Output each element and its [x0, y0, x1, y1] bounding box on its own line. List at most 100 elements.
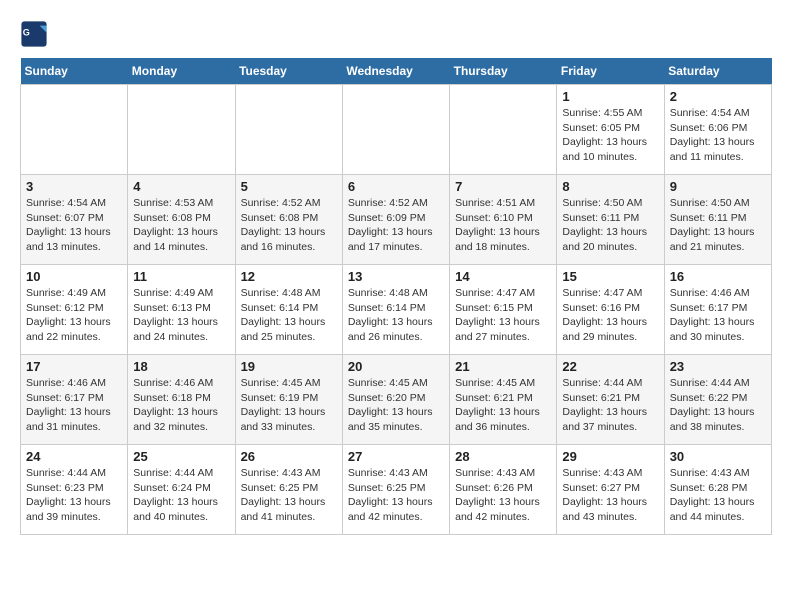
day-info: Sunrise: 4:47 AM Sunset: 6:16 PM Dayligh…	[562, 286, 658, 345]
calendar-cell: 2 Sunrise: 4:54 AM Sunset: 6:06 PM Daylig…	[664, 85, 771, 175]
calendar-cell: 3 Sunrise: 4:54 AM Sunset: 6:07 PM Daylig…	[21, 175, 128, 265]
day-info: Sunrise: 4:43 AM Sunset: 6:27 PM Dayligh…	[562, 466, 658, 525]
weekday-header-tuesday: Tuesday	[235, 58, 342, 85]
calendar-table: SundayMondayTuesdayWednesdayThursdayFrid…	[20, 58, 772, 535]
day-number: 25	[133, 449, 229, 464]
calendar-cell	[21, 85, 128, 175]
day-number: 26	[241, 449, 337, 464]
calendar-cell	[450, 85, 557, 175]
calendar-cell: 26 Sunrise: 4:43 AM Sunset: 6:25 PM Dayli…	[235, 445, 342, 535]
day-info: Sunrise: 4:52 AM Sunset: 6:09 PM Dayligh…	[348, 196, 444, 255]
day-info: Sunrise: 4:43 AM Sunset: 6:25 PM Dayligh…	[348, 466, 444, 525]
day-number: 14	[455, 269, 551, 284]
calendar-week-5: 24 Sunrise: 4:44 AM Sunset: 6:23 PM Dayli…	[21, 445, 772, 535]
calendar-cell: 24 Sunrise: 4:44 AM Sunset: 6:23 PM Dayli…	[21, 445, 128, 535]
calendar-cell: 7 Sunrise: 4:51 AM Sunset: 6:10 PM Daylig…	[450, 175, 557, 265]
calendar-cell: 15 Sunrise: 4:47 AM Sunset: 6:16 PM Dayli…	[557, 265, 664, 355]
day-number: 19	[241, 359, 337, 374]
day-number: 10	[26, 269, 122, 284]
day-info: Sunrise: 4:44 AM Sunset: 6:23 PM Dayligh…	[26, 466, 122, 525]
calendar-cell: 30 Sunrise: 4:43 AM Sunset: 6:28 PM Dayli…	[664, 445, 771, 535]
day-number: 30	[670, 449, 766, 464]
day-number: 3	[26, 179, 122, 194]
calendar-cell: 20Sunrise: 4:45 AM Sunset: 6:20 PM Dayli…	[342, 355, 449, 445]
calendar-cell: 28 Sunrise: 4:43 AM Sunset: 6:26 PM Dayli…	[450, 445, 557, 535]
calendar-cell: 17Sunrise: 4:46 AM Sunset: 6:17 PM Dayli…	[21, 355, 128, 445]
calendar-cell	[128, 85, 235, 175]
day-info: Sunrise: 4:44 AM Sunset: 6:22 PM Dayligh…	[670, 376, 766, 435]
day-number: 1	[562, 89, 658, 104]
weekday-header-thursday: Thursday	[450, 58, 557, 85]
calendar-cell: 6 Sunrise: 4:52 AM Sunset: 6:09 PM Daylig…	[342, 175, 449, 265]
calendar-cell	[342, 85, 449, 175]
weekday-header-monday: Monday	[128, 58, 235, 85]
calendar-cell: 19Sunrise: 4:45 AM Sunset: 6:19 PM Dayli…	[235, 355, 342, 445]
day-info: Sunrise: 4:44 AM Sunset: 6:24 PM Dayligh…	[133, 466, 229, 525]
day-info: Sunrise: 4:50 AM Sunset: 6:11 PM Dayligh…	[670, 196, 766, 255]
day-number: 12	[241, 269, 337, 284]
day-info: Sunrise: 4:45 AM Sunset: 6:21 PM Dayligh…	[455, 376, 551, 435]
calendar-cell: 18Sunrise: 4:46 AM Sunset: 6:18 PM Dayli…	[128, 355, 235, 445]
svg-text:G: G	[23, 27, 30, 37]
day-info: Sunrise: 4:45 AM Sunset: 6:20 PM Dayligh…	[348, 376, 444, 435]
day-number: 17	[26, 359, 122, 374]
day-info: Sunrise: 4:46 AM Sunset: 6:17 PM Dayligh…	[670, 286, 766, 345]
day-number: 28	[455, 449, 551, 464]
calendar-cell: 25 Sunrise: 4:44 AM Sunset: 6:24 PM Dayli…	[128, 445, 235, 535]
day-number: 8	[562, 179, 658, 194]
day-number: 2	[670, 89, 766, 104]
day-info: Sunrise: 4:50 AM Sunset: 6:11 PM Dayligh…	[562, 196, 658, 255]
calendar-week-3: 10 Sunrise: 4:49 AM Sunset: 6:12 PM Dayli…	[21, 265, 772, 355]
calendar-cell: 1 Sunrise: 4:55 AM Sunset: 6:05 PM Daylig…	[557, 85, 664, 175]
calendar-week-2: 3 Sunrise: 4:54 AM Sunset: 6:07 PM Daylig…	[21, 175, 772, 265]
day-info: Sunrise: 4:55 AM Sunset: 6:05 PM Dayligh…	[562, 106, 658, 165]
calendar-cell: 21 Sunrise: 4:45 AM Sunset: 6:21 PM Dayli…	[450, 355, 557, 445]
calendar-cell: 14 Sunrise: 4:47 AM Sunset: 6:15 PM Dayli…	[450, 265, 557, 355]
day-number: 15	[562, 269, 658, 284]
day-number: 16	[670, 269, 766, 284]
weekday-header-saturday: Saturday	[664, 58, 771, 85]
day-number: 23	[670, 359, 766, 374]
day-info: Sunrise: 4:49 AM Sunset: 6:12 PM Dayligh…	[26, 286, 122, 345]
weekday-header-wednesday: Wednesday	[342, 58, 449, 85]
day-number: 29	[562, 449, 658, 464]
day-info: Sunrise: 4:43 AM Sunset: 6:25 PM Dayligh…	[241, 466, 337, 525]
day-info: Sunrise: 4:54 AM Sunset: 6:06 PM Dayligh…	[670, 106, 766, 165]
calendar-body: 1 Sunrise: 4:55 AM Sunset: 6:05 PM Daylig…	[21, 85, 772, 535]
day-info: Sunrise: 4:44 AM Sunset: 6:21 PM Dayligh…	[562, 376, 658, 435]
day-info: Sunrise: 4:48 AM Sunset: 6:14 PM Dayligh…	[241, 286, 337, 345]
calendar-cell: 29 Sunrise: 4:43 AM Sunset: 6:27 PM Dayli…	[557, 445, 664, 535]
calendar-cell: 9Sunrise: 4:50 AM Sunset: 6:11 PM Daylig…	[664, 175, 771, 265]
day-info: Sunrise: 4:43 AM Sunset: 6:26 PM Dayligh…	[455, 466, 551, 525]
day-number: 5	[241, 179, 337, 194]
day-number: 11	[133, 269, 229, 284]
logo: G	[20, 20, 52, 48]
day-number: 21	[455, 359, 551, 374]
calendar-cell: 23 Sunrise: 4:44 AM Sunset: 6:22 PM Dayli…	[664, 355, 771, 445]
day-number: 24	[26, 449, 122, 464]
calendar-header: SundayMondayTuesdayWednesdayThursdayFrid…	[21, 58, 772, 85]
calendar-cell: 10 Sunrise: 4:49 AM Sunset: 6:12 PM Dayli…	[21, 265, 128, 355]
day-info: Sunrise: 4:51 AM Sunset: 6:10 PM Dayligh…	[455, 196, 551, 255]
day-info: Sunrise: 4:52 AM Sunset: 6:08 PM Dayligh…	[241, 196, 337, 255]
calendar-cell: 4Sunrise: 4:53 AM Sunset: 6:08 PM Daylig…	[128, 175, 235, 265]
day-number: 6	[348, 179, 444, 194]
calendar-cell: 5 Sunrise: 4:52 AM Sunset: 6:08 PM Daylig…	[235, 175, 342, 265]
calendar-cell	[235, 85, 342, 175]
day-number: 13	[348, 269, 444, 284]
calendar-cell: 22 Sunrise: 4:44 AM Sunset: 6:21 PM Dayli…	[557, 355, 664, 445]
calendar-cell: 16 Sunrise: 4:46 AM Sunset: 6:17 PM Dayli…	[664, 265, 771, 355]
calendar-week-1: 1 Sunrise: 4:55 AM Sunset: 6:05 PM Daylig…	[21, 85, 772, 175]
day-info: Sunrise: 4:48 AM Sunset: 6:14 PM Dayligh…	[348, 286, 444, 345]
day-info: Sunrise: 4:49 AM Sunset: 6:13 PM Dayligh…	[133, 286, 229, 345]
logo-icon: G	[20, 20, 48, 48]
day-number: 7	[455, 179, 551, 194]
page-header: G	[20, 20, 772, 48]
calendar-cell: 27 Sunrise: 4:43 AM Sunset: 6:25 PM Dayli…	[342, 445, 449, 535]
day-number: 27	[348, 449, 444, 464]
day-number: 22	[562, 359, 658, 374]
weekday-header-friday: Friday	[557, 58, 664, 85]
day-info: Sunrise: 4:47 AM Sunset: 6:15 PM Dayligh…	[455, 286, 551, 345]
day-info: Sunrise: 4:54 AM Sunset: 6:07 PM Dayligh…	[26, 196, 122, 255]
day-info: Sunrise: 4:43 AM Sunset: 6:28 PM Dayligh…	[670, 466, 766, 525]
